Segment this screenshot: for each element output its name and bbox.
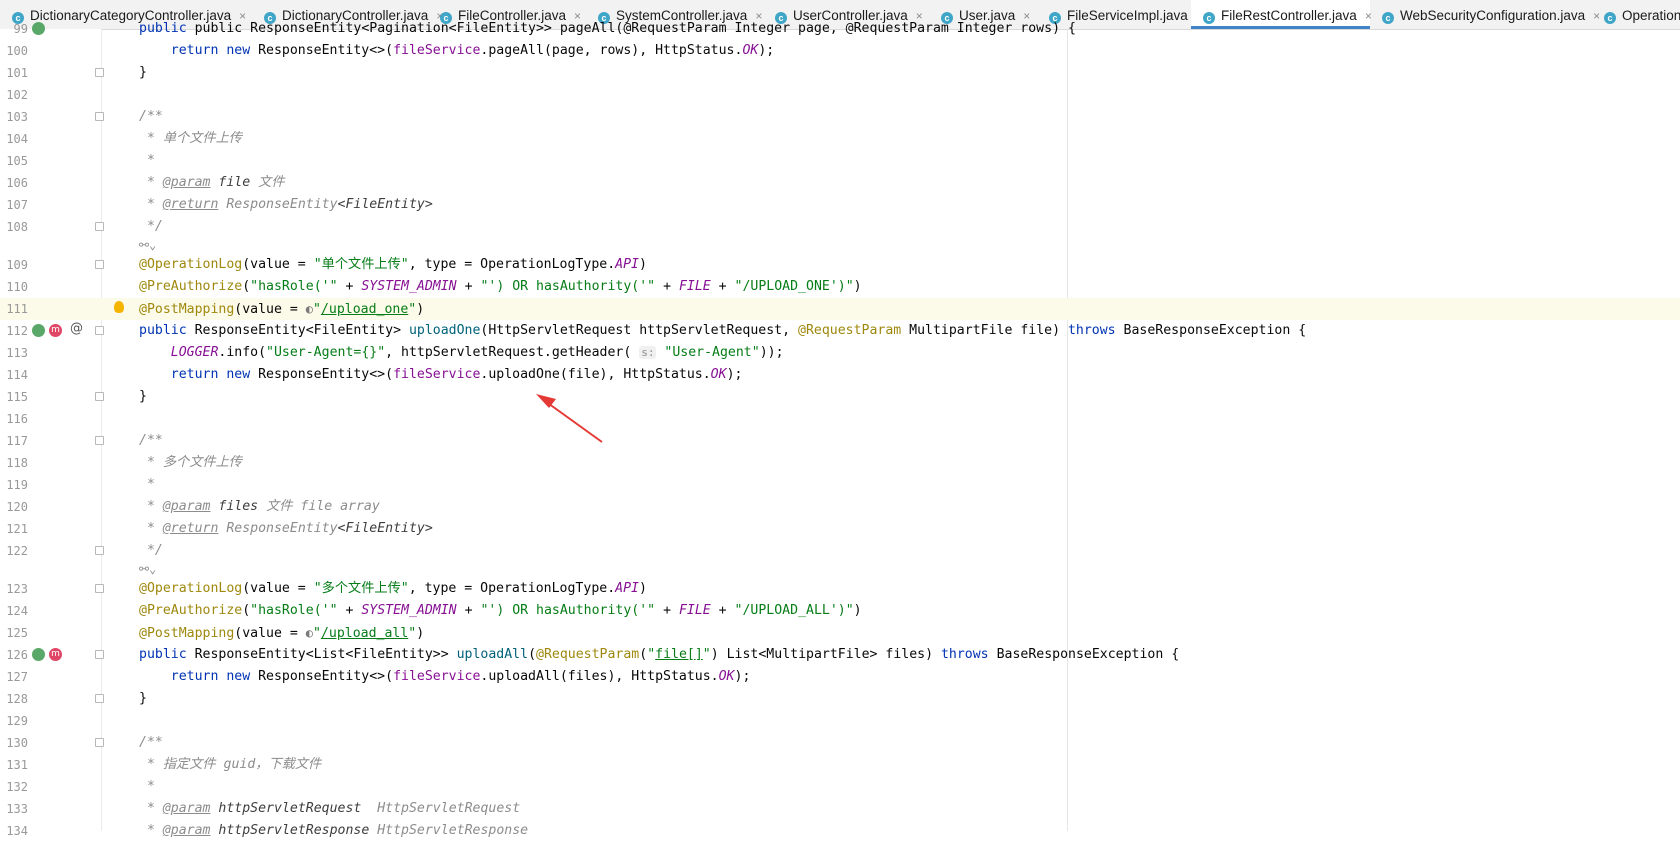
red-arrow-annotation bbox=[536, 394, 603, 443]
arrow-shaft bbox=[544, 400, 603, 443]
